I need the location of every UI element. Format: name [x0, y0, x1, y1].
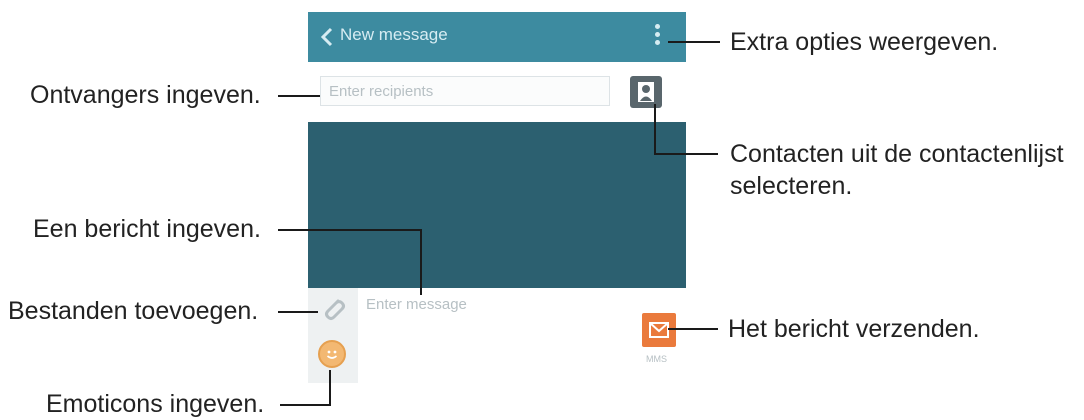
app-bar: New message — [308, 12, 686, 62]
send-icon — [649, 322, 669, 338]
send-button[interactable] — [642, 313, 676, 347]
contact-button[interactable] — [630, 76, 662, 108]
smiley-face-glyph — [326, 350, 338, 359]
leader-message-h — [278, 229, 422, 231]
leader-emoticons-h — [280, 404, 331, 406]
leader-message-v — [420, 229, 422, 295]
paperclip-icon[interactable] — [318, 294, 348, 324]
chevron-left-icon[interactable] — [318, 26, 336, 48]
callout-contacts-line2: selecteren. — [730, 172, 853, 200]
page: { "app": { "title": "New message", "reci… — [0, 0, 1084, 420]
phone-screen: New message Enter recipients Enter messa… — [308, 12, 686, 383]
smiley-icon[interactable] — [318, 340, 346, 368]
recipients-bar: Enter recipients — [308, 62, 686, 122]
callout-more-options: Extra opties weergeven. — [730, 28, 999, 56]
contact-icon — [638, 82, 654, 102]
send-sublabel: MMS — [646, 354, 667, 364]
leader-emoticons-v — [329, 370, 331, 405]
callout-message: Een bericht ingeven. — [33, 215, 261, 243]
leader-attach — [278, 311, 318, 313]
callout-emoticons: Emoticons ingeven. — [46, 390, 265, 418]
more-vertical-icon[interactable] — [650, 24, 664, 52]
callout-recipients: Ontvangers ingeven. — [30, 81, 261, 109]
app-title: New message — [340, 25, 448, 44]
leader-recipients — [278, 95, 320, 97]
leader-contacts-v — [654, 104, 656, 154]
compose-area: Enter message MMS — [308, 288, 686, 383]
callout-attach: Bestanden toevoegen. — [8, 297, 259, 325]
message-input[interactable]: Enter message — [366, 296, 467, 313]
compose-side-panel — [308, 288, 358, 383]
recipients-input[interactable]: Enter recipients — [320, 76, 610, 106]
callout-contacts-line1: Contacten uit de contactenlijst — [730, 140, 1064, 168]
leader-contacts-h — [654, 153, 718, 155]
leader-more-options — [668, 41, 720, 43]
leader-send — [668, 328, 718, 330]
callout-send: Het bericht verzenden. — [728, 315, 980, 343]
